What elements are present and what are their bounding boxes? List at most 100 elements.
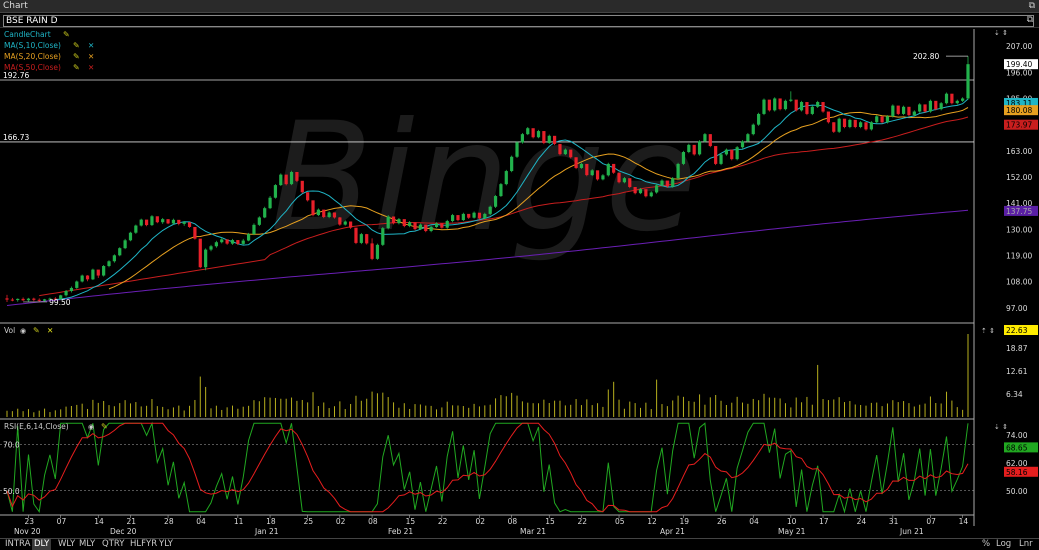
candle[interactable] <box>826 111 831 124</box>
remove-icon[interactable]: ✕ <box>88 63 94 72</box>
candle[interactable] <box>783 99 788 111</box>
candle[interactable] <box>644 189 648 198</box>
candle[interactable] <box>778 98 782 111</box>
candle[interactable] <box>547 134 551 144</box>
candle[interactable] <box>842 118 847 129</box>
candle[interactable] <box>381 226 385 247</box>
remove-icon[interactable]: ✕ <box>88 41 94 50</box>
legend-rsi[interactable]: RSI(E,6,14,Close) <box>4 422 69 431</box>
candle[interactable] <box>848 118 852 129</box>
candle[interactable] <box>461 212 465 222</box>
candle[interactable] <box>939 102 943 111</box>
candle[interactable] <box>499 182 503 197</box>
candle[interactable] <box>671 177 675 188</box>
candle[interactable] <box>139 218 143 227</box>
candle[interactable] <box>746 132 750 143</box>
candle[interactable] <box>263 206 267 219</box>
candle[interactable] <box>885 115 890 124</box>
candle[interactable] <box>311 200 315 217</box>
candle[interactable] <box>735 146 739 161</box>
candle[interactable] <box>150 215 154 227</box>
candle[interactable] <box>612 163 616 174</box>
candle[interactable] <box>692 144 696 156</box>
candle[interactable] <box>730 149 734 161</box>
candle[interactable] <box>91 268 95 281</box>
candle[interactable] <box>757 112 761 126</box>
candle[interactable] <box>123 238 127 250</box>
candle[interactable] <box>75 280 79 289</box>
candle[interactable] <box>595 170 600 181</box>
candle[interactable] <box>934 100 938 111</box>
candle[interactable] <box>821 102 825 113</box>
candle[interactable] <box>246 232 251 242</box>
candle[interactable] <box>901 105 906 116</box>
candle[interactable] <box>853 119 857 129</box>
candle[interactable] <box>80 274 84 283</box>
candle[interactable] <box>837 117 841 133</box>
vol-panel-controls[interactable]: ⇡ ⇕ <box>981 327 995 335</box>
candle[interactable] <box>558 143 562 156</box>
visibility-icon[interactable]: ◉ <box>88 423 94 431</box>
candle[interactable] <box>515 141 519 158</box>
candle[interactable] <box>950 93 954 105</box>
candle[interactable] <box>553 135 557 146</box>
candle[interactable] <box>762 98 766 116</box>
candle[interactable] <box>531 128 535 139</box>
rsi-panel-controls[interactable]: ⇣ ⇕ <box>994 423 1008 431</box>
candle[interactable] <box>193 226 197 240</box>
period-button-hlfyr[interactable]: HLFYR <box>128 539 159 550</box>
candle[interactable] <box>574 157 578 170</box>
remove-icon[interactable]: ✕ <box>47 326 53 335</box>
legend-ma20[interactable]: MA(S,20,Close) <box>4 52 61 61</box>
candle[interactable] <box>338 216 342 226</box>
candle[interactable] <box>155 216 159 224</box>
legend-vol[interactable]: Vol <box>4 326 15 335</box>
candle[interactable] <box>204 248 208 271</box>
candle[interactable] <box>322 209 326 219</box>
candle[interactable] <box>617 172 621 184</box>
candle[interactable] <box>805 102 809 116</box>
detach-icon[interactable]: ⧉ <box>1027 15 1033 25</box>
chart-area[interactable]: Binge 192.76 166.73 202.80 99.50 CandleChart… <box>0 29 1039 538</box>
candle[interactable] <box>354 227 358 245</box>
candle[interactable] <box>875 115 879 124</box>
candle[interactable] <box>510 155 514 173</box>
candle[interactable] <box>279 173 283 187</box>
candle[interactable] <box>751 123 755 136</box>
candle[interactable] <box>166 219 170 225</box>
candle[interactable] <box>676 162 680 180</box>
symbol-field[interactable]: BSE RAIN D <box>3 15 1034 27</box>
candle[interactable] <box>891 104 895 118</box>
candle[interactable] <box>655 184 659 194</box>
candle[interactable] <box>284 174 288 186</box>
candle[interactable] <box>198 238 202 269</box>
candle[interactable] <box>719 153 723 166</box>
candle[interactable] <box>606 162 610 177</box>
candle[interactable] <box>703 132 707 143</box>
candle[interactable] <box>451 213 455 223</box>
candle[interactable] <box>273 184 278 199</box>
candle[interactable] <box>386 215 390 230</box>
candle[interactable] <box>799 100 804 112</box>
edit-icon[interactable]: ✎ <box>73 41 80 50</box>
candle[interactable] <box>542 131 546 145</box>
candle[interactable] <box>413 222 417 231</box>
candle[interactable] <box>306 192 310 202</box>
scale-button-log[interactable]: Log <box>996 539 1011 550</box>
candle[interactable] <box>810 105 814 116</box>
candle[interactable] <box>289 170 294 186</box>
candle[interactable] <box>923 104 927 113</box>
candle[interactable] <box>504 169 508 186</box>
candle[interactable] <box>773 97 777 112</box>
scale-button-lnr[interactable]: Lnr <box>1019 539 1033 550</box>
candle[interactable] <box>918 103 922 113</box>
candle[interactable] <box>128 231 133 242</box>
candle[interactable] <box>536 129 541 139</box>
candle[interactable] <box>869 121 873 131</box>
edit-icon[interactable]: ✎ <box>63 30 70 39</box>
candle[interactable] <box>268 196 272 210</box>
candle[interactable] <box>300 180 304 194</box>
edit-icon[interactable]: ✎ <box>73 63 80 72</box>
candle[interactable] <box>445 219 449 229</box>
remove-icon[interactable]: ✕ <box>88 52 94 61</box>
